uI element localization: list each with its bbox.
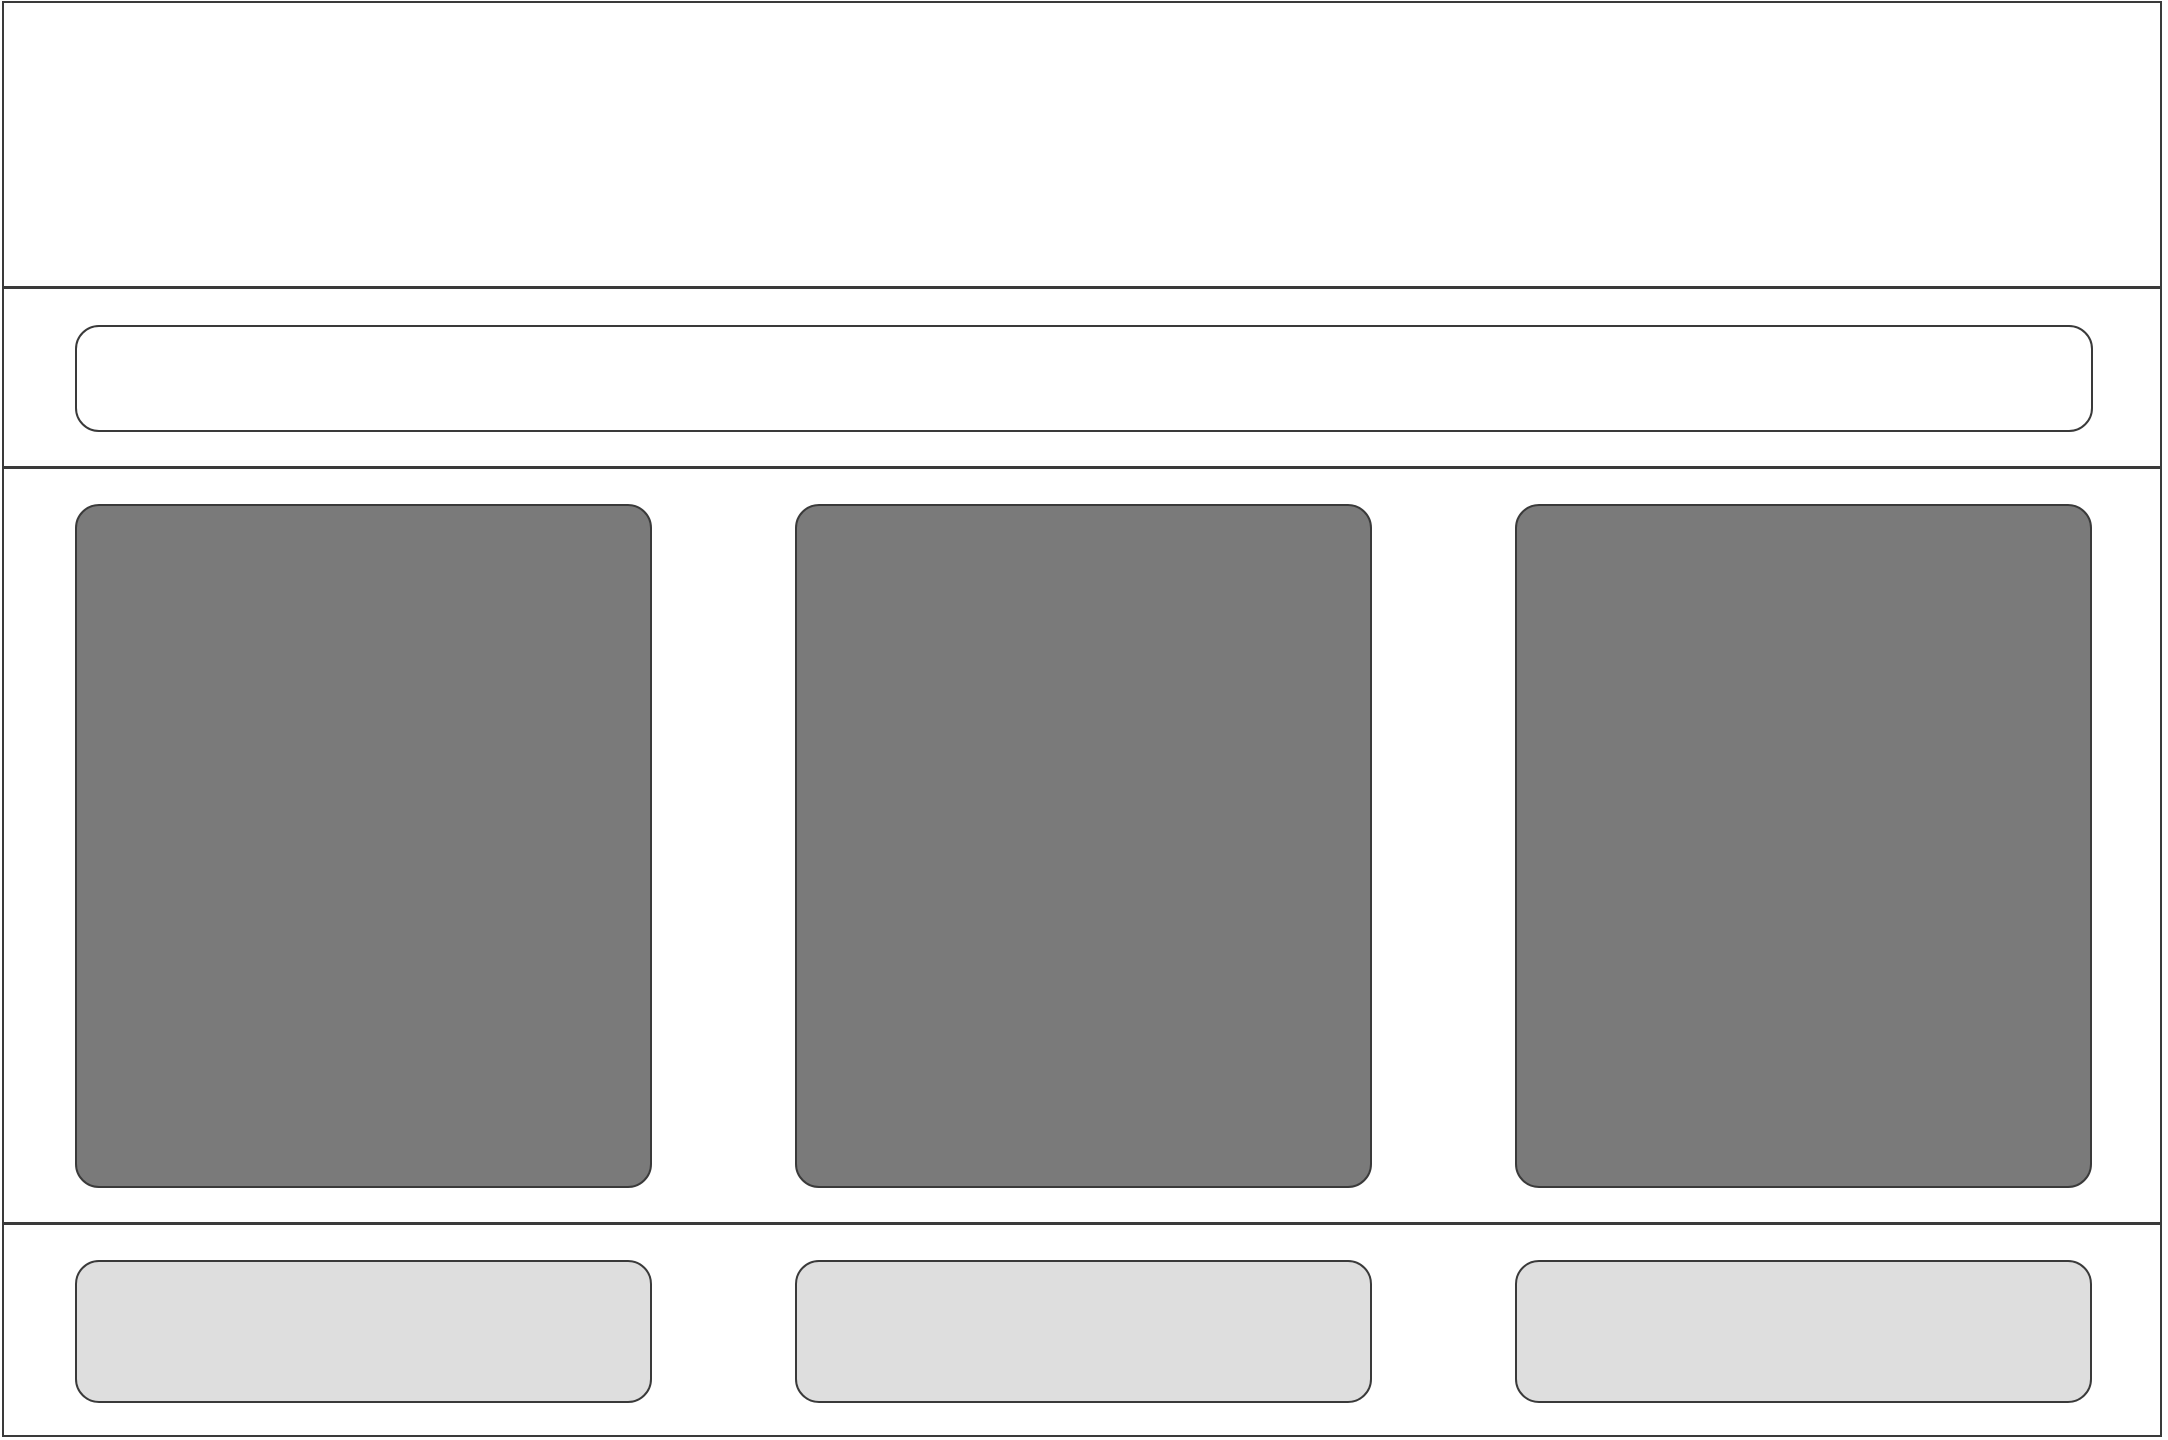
search-bar[interactable] [75, 325, 2093, 432]
content-card-2[interactable] [795, 504, 1372, 1188]
content-card-3[interactable] [1515, 504, 2092, 1188]
wireframe-page [0, 0, 2168, 1440]
search-divider [2, 466, 2162, 469]
header-divider [2, 286, 2162, 289]
header-area [4, 3, 2160, 287]
content-divider [2, 1222, 2162, 1225]
footer-tile-1[interactable] [75, 1260, 652, 1403]
footer-tile-2[interactable] [795, 1260, 1372, 1403]
footer-tile-3[interactable] [1515, 1260, 2092, 1403]
content-card-1[interactable] [75, 504, 652, 1188]
